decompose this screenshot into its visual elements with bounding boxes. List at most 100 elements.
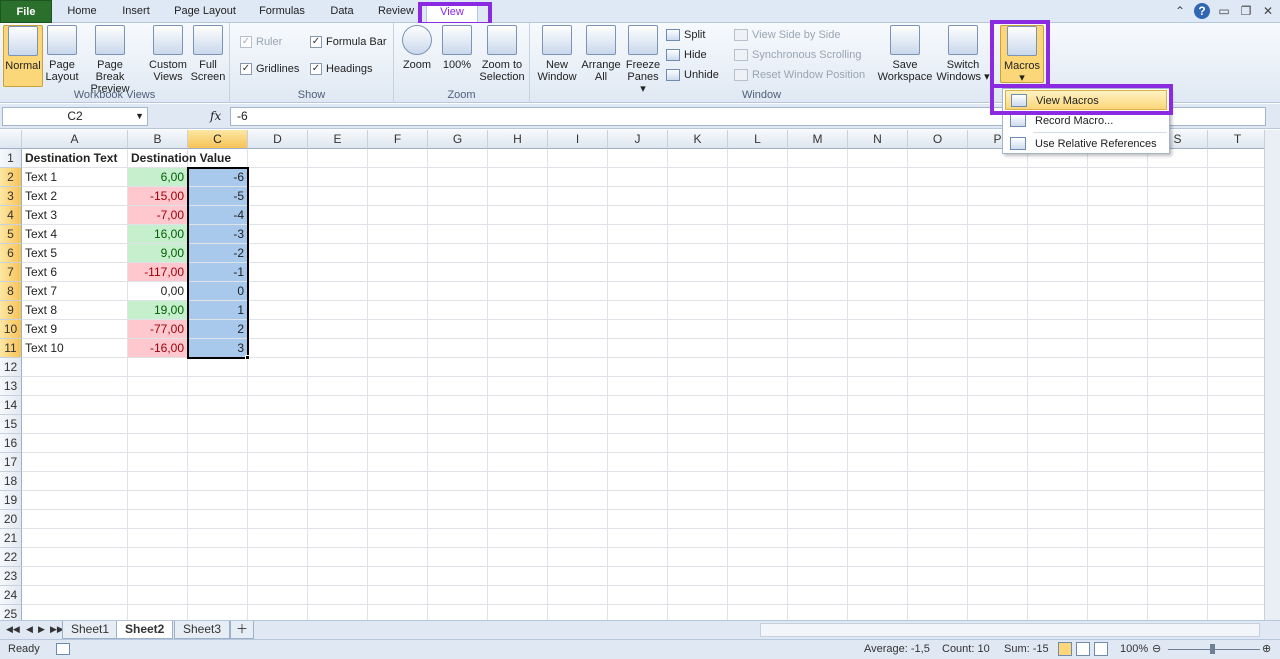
cell[interactable] (1208, 206, 1268, 225)
cell[interactable] (668, 396, 728, 415)
cell[interactable] (1088, 605, 1148, 620)
column-header-t[interactable]: T (1208, 130, 1268, 149)
cell[interactable] (608, 377, 668, 396)
cell[interactable] (1028, 244, 1088, 263)
page-layout-view-button[interactable]: Page Layout (44, 25, 80, 83)
cell[interactable] (1208, 548, 1268, 567)
cell[interactable] (188, 586, 248, 605)
cell[interactable] (128, 415, 188, 434)
cell[interactable] (668, 491, 728, 510)
cell[interactable] (848, 415, 908, 434)
cell[interactable] (428, 415, 488, 434)
cell[interactable] (968, 453, 1028, 472)
row-header-7[interactable]: 7 (0, 263, 22, 282)
text-cell[interactable]: Text 6 (22, 263, 128, 282)
cell[interactable] (848, 377, 908, 396)
cell[interactable] (908, 377, 968, 396)
cell[interactable] (1148, 586, 1208, 605)
cell[interactable] (248, 282, 308, 301)
cell[interactable] (668, 548, 728, 567)
sheet-tab-sheet1[interactable]: Sheet1 (62, 621, 119, 639)
cell[interactable] (548, 453, 608, 472)
cell[interactable] (248, 529, 308, 548)
cell[interactable] (608, 263, 668, 282)
destination-value-cell[interactable]: -5 (188, 187, 248, 206)
cell[interactable] (488, 377, 548, 396)
cell[interactable] (488, 244, 548, 263)
cell[interactable] (428, 586, 488, 605)
row-header-6[interactable]: 6 (0, 244, 22, 263)
cell[interactable] (728, 472, 788, 491)
cell[interactable] (428, 301, 488, 320)
cell[interactable] (968, 396, 1028, 415)
cell[interactable] (188, 434, 248, 453)
cell[interactable] (128, 510, 188, 529)
cell[interactable] (1208, 396, 1268, 415)
cell[interactable] (1208, 263, 1268, 282)
cell[interactable] (728, 491, 788, 510)
cell[interactable] (368, 187, 428, 206)
cell[interactable] (22, 358, 128, 377)
cell[interactable] (128, 358, 188, 377)
cell[interactable] (1148, 244, 1208, 263)
cell[interactable] (1208, 358, 1268, 377)
cell[interactable] (668, 567, 728, 586)
tab-data[interactable]: Data (322, 2, 362, 23)
cell[interactable] (1208, 149, 1268, 168)
cell[interactable] (488, 282, 548, 301)
cell[interactable] (1028, 206, 1088, 225)
cell[interactable] (1148, 510, 1208, 529)
cell[interactable] (728, 434, 788, 453)
cell[interactable] (908, 244, 968, 263)
cell[interactable] (308, 263, 368, 282)
cell[interactable] (1208, 605, 1268, 620)
cell[interactable] (368, 453, 428, 472)
cell[interactable] (1028, 529, 1088, 548)
row-header-5[interactable]: 5 (0, 225, 22, 244)
value-cell[interactable]: -7,00 (128, 206, 188, 225)
cell[interactable] (1028, 415, 1088, 434)
cell[interactable] (428, 472, 488, 491)
first-sheet-icon[interactable]: ◀◀ (6, 624, 20, 635)
cell[interactable] (1088, 567, 1148, 586)
cell[interactable] (1028, 510, 1088, 529)
value-cell[interactable]: -15,00 (128, 187, 188, 206)
cell[interactable] (22, 491, 128, 510)
cell[interactable] (608, 472, 668, 491)
cell[interactable] (1088, 206, 1148, 225)
cell[interactable] (1208, 529, 1268, 548)
cell[interactable] (488, 396, 548, 415)
cell[interactable] (968, 586, 1028, 605)
cell[interactable] (488, 510, 548, 529)
cell[interactable] (908, 510, 968, 529)
zoom-button[interactable]: Zoom (400, 25, 434, 71)
cell[interactable] (548, 225, 608, 244)
cell[interactable] (22, 434, 128, 453)
cell[interactable] (1028, 548, 1088, 567)
column-header-f[interactable]: F (368, 130, 428, 149)
cell[interactable] (968, 320, 1028, 339)
row-header-22[interactable]: 22 (0, 548, 22, 567)
cell[interactable] (1208, 415, 1268, 434)
cell[interactable] (728, 339, 788, 358)
cell[interactable] (248, 263, 308, 282)
cell[interactable] (848, 586, 908, 605)
cell[interactable] (368, 510, 428, 529)
cell[interactable] (248, 491, 308, 510)
cell[interactable] (308, 358, 368, 377)
cell[interactable] (308, 339, 368, 358)
cell[interactable] (248, 339, 308, 358)
cell[interactable] (1208, 453, 1268, 472)
cell[interactable] (1208, 339, 1268, 358)
destination-value-cell[interactable]: 1 (188, 301, 248, 320)
cell[interactable] (788, 396, 848, 415)
cell[interactable] (1088, 282, 1148, 301)
cell[interactable] (308, 605, 368, 620)
minimize-ribbon-icon[interactable]: ⌃ (1172, 3, 1188, 19)
cell[interactable] (428, 434, 488, 453)
cell[interactable] (428, 567, 488, 586)
cell[interactable] (248, 510, 308, 529)
cell[interactable] (908, 282, 968, 301)
cell[interactable] (608, 339, 668, 358)
cell[interactable] (428, 396, 488, 415)
